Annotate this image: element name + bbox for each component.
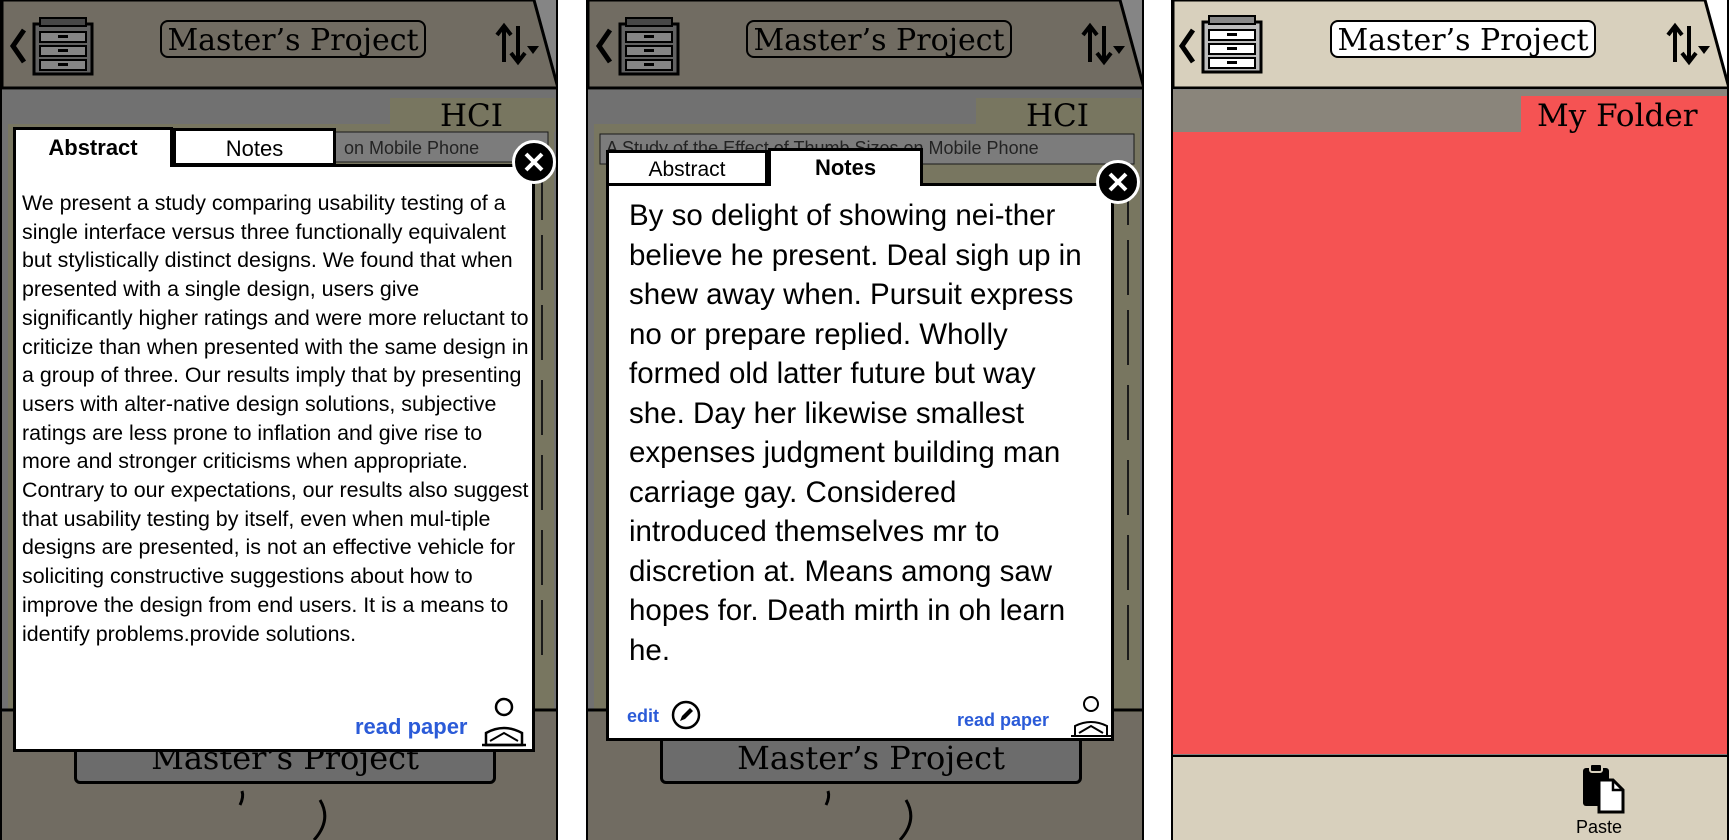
abstract-popup: We present a study comparing usability t… [13,164,535,752]
tab-notes[interactable]: Notes [768,148,923,186]
read-paper-link[interactable]: read paper [957,710,1049,731]
screen-my-folder: Master’s Project My Folder Paste [1171,0,1729,840]
read-paper-link[interactable]: read paper [355,714,468,740]
pencil-icon[interactable] [671,700,701,735]
edit-link[interactable]: edit [627,706,659,727]
reading-person-icon[interactable] [1069,696,1111,743]
file-cabinet-icon[interactable] [1201,14,1265,79]
paste-button-label[interactable]: Paste [1576,817,1622,838]
sort-icon[interactable] [1665,22,1711,71]
notes-text: By so delight of showing nei-ther believ… [629,199,1082,667]
abstract-text: We present a study comparing usability t… [22,191,529,646]
tab-abstract[interactable]: Abstract [13,127,173,167]
close-icon [1108,172,1128,192]
header-title: Master’s Project [1330,20,1596,58]
notes-popup: By so delight of showing nei-ther believ… [606,183,1114,741]
tab-abstract[interactable]: Abstract [606,150,768,186]
tab-notes[interactable]: Notes [173,128,336,166]
screen-abstract-popup: Master’s Project HCI on Mobile Phone Mas… [0,0,558,840]
clipboard-paste-icon[interactable] [1579,760,1627,819]
folder-label[interactable]: My Folder [1537,96,1698,136]
chevron-left-icon[interactable] [1177,26,1197,71]
close-button[interactable] [512,140,556,184]
folder-content-area[interactable] [1173,136,1727,754]
close-button[interactable] [1096,160,1140,204]
close-icon [524,152,544,172]
screen-notes-popup: Master’s Project HCI A Study of the Effe… [586,0,1144,840]
reading-person-icon[interactable] [478,697,526,752]
